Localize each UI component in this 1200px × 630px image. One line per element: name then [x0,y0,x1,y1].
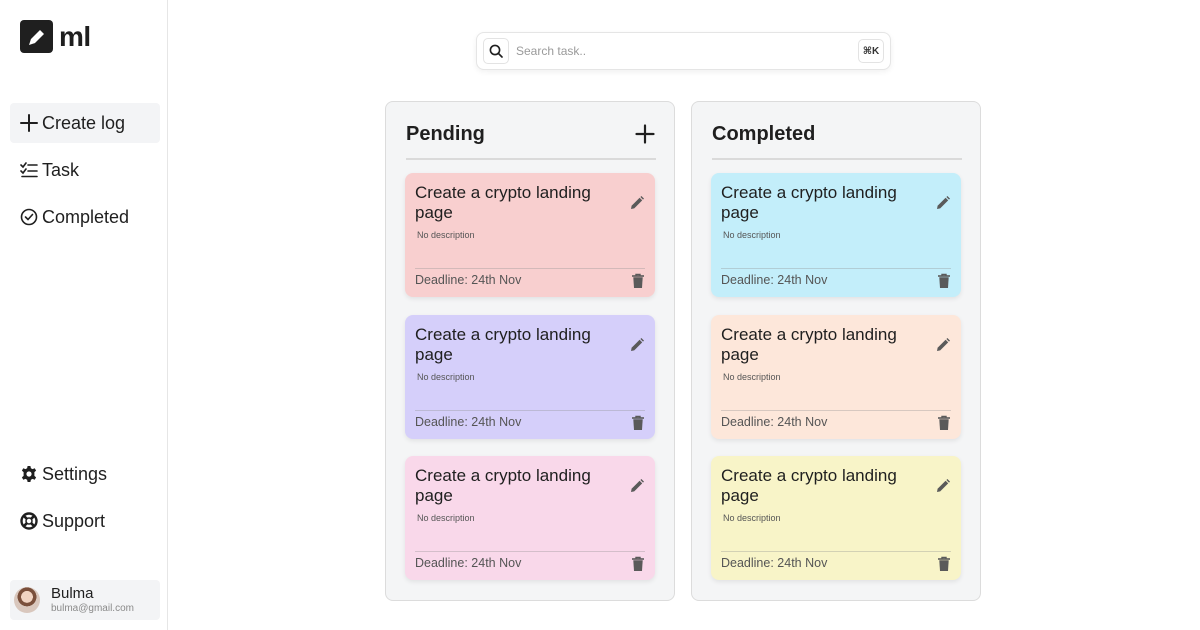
plus-icon [20,114,38,132]
edit-icon[interactable] [935,478,951,494]
card-divider [721,268,951,269]
lifebuoy-icon [20,512,38,530]
edit-icon[interactable] [935,337,951,353]
user-email: bulma@gmail.com [51,602,134,614]
card-divider [415,410,645,411]
edit-icon[interactable] [629,195,645,211]
task-description: No description [417,230,475,240]
nav-label: Create log [42,112,126,133]
task-deadline: Deadline: 24th Nov [415,556,522,570]
task-list-icon [20,161,38,179]
completed-column: Completed Create a crypto landing page N… [691,101,981,601]
task-card[interactable]: Create a crypto landing page No descript… [405,315,655,439]
card-divider [721,551,951,552]
edit-icon[interactable] [935,195,951,211]
column-header: Pending [406,122,656,160]
avatar [14,587,40,613]
task-deadline: Deadline: 24th Nov [721,556,828,570]
task-deadline: Deadline: 24th Nov [721,415,828,429]
task-title: Create a crypto landing page [721,183,897,222]
logo-text: ml [59,20,91,52]
column-title: Completed [712,123,816,145]
column-header: Completed [712,122,962,160]
edit-icon[interactable] [629,478,645,494]
check-circle-icon [20,208,38,226]
task-card[interactable]: Create a crypto landing page No descript… [405,173,655,297]
task-description: No description [723,513,781,523]
nav-label: Support [42,510,106,531]
task-deadline: Deadline: 24th Nov [721,273,828,287]
main-nav: Create log Task Completed [10,103,160,244]
app-logo[interactable]: ml [20,20,91,53]
task-deadline: Deadline: 24th Nov [415,273,522,287]
trash-icon[interactable] [937,415,951,431]
nav-label: Settings [42,463,108,484]
nav-label: Task [42,159,80,180]
trash-icon[interactable] [937,273,951,289]
search-icon[interactable] [483,38,509,64]
trash-icon[interactable] [937,556,951,572]
task-card[interactable]: Create a crypto landing page No descript… [711,315,961,439]
nav-task[interactable]: Task [10,150,160,190]
task-title: Create a crypto landing page [415,325,591,364]
add-task-button[interactable] [634,122,656,146]
search-input[interactable] [516,44,858,58]
user-name: Bulma [51,584,94,602]
edit-icon[interactable] [629,337,645,353]
task-title: Create a crypto landing page [721,466,897,505]
task-description: No description [723,372,781,382]
gear-icon [20,465,38,483]
task-title: Create a crypto landing page [415,466,591,505]
trash-icon[interactable] [631,415,645,431]
nav-completed[interactable]: Completed [10,197,160,237]
pencil-logo-icon [20,20,53,53]
task-card[interactable]: Create a crypto landing page No descript… [405,456,655,580]
task-description: No description [723,230,781,240]
nav-label: Completed [42,206,130,227]
nav-support[interactable]: Support [10,501,160,541]
task-deadline: Deadline: 24th Nov [415,415,522,429]
task-card[interactable]: Create a crypto landing page No descript… [711,456,961,580]
trash-icon[interactable] [631,273,645,289]
shortcut-badge: ⌘K [858,39,884,63]
pending-column: Pending Create a crypto landing page No … [385,101,675,601]
column-title: Pending [406,123,485,145]
user-profile[interactable]: Bulma bulma@gmail.com [10,580,160,620]
search-bar: ⌘K [476,32,891,70]
nav-settings[interactable]: Settings [10,454,160,494]
trash-icon[interactable] [631,556,645,572]
task-card[interactable]: Create a crypto landing page No descript… [711,173,961,297]
card-divider [415,268,645,269]
nav-create-log[interactable]: Create log [10,103,160,143]
task-title: Create a crypto landing page [721,325,897,364]
card-divider [415,551,645,552]
task-description: No description [417,372,475,382]
sidebar: ml Create log Task Completed Settings Su… [0,0,168,630]
card-divider [721,410,951,411]
secondary-nav: Settings Support [10,454,160,548]
task-title: Create a crypto landing page [415,183,591,222]
task-description: No description [417,513,475,523]
